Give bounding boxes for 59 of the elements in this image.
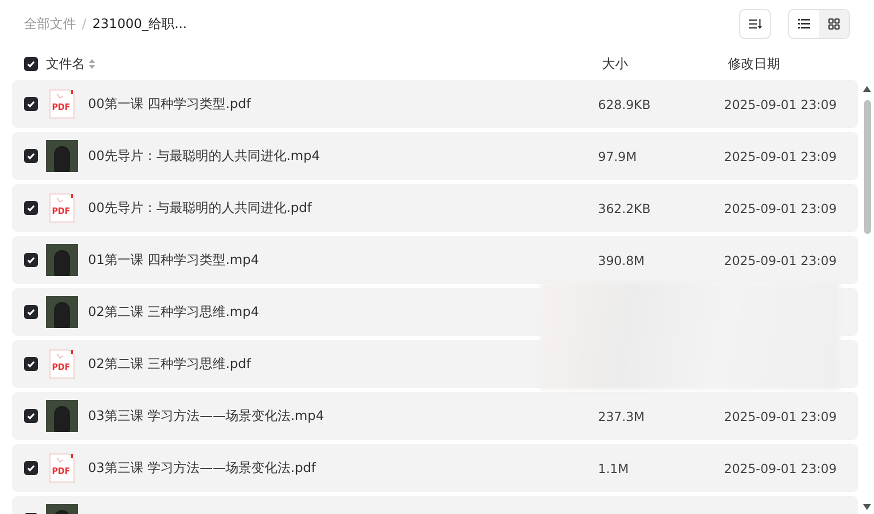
checkmark-icon — [26, 203, 36, 213]
checkmark-icon — [26, 307, 36, 317]
checkmark-icon — [26, 59, 36, 69]
checkbox[interactable] — [24, 57, 38, 71]
checkbox[interactable] — [24, 253, 38, 267]
video-thumbnail — [46, 140, 78, 172]
sort-button[interactable] — [739, 9, 771, 39]
checkbox[interactable] — [24, 409, 38, 423]
column-header[interactable]: 大小 — [602, 55, 728, 73]
pdf-file-icon: PDF — [49, 193, 75, 223]
file-size: 390.8M — [598, 252, 645, 268]
file-size: 362.2KB — [598, 200, 651, 216]
checkbox[interactable] — [24, 357, 38, 371]
modified-date: 2025-09-01 23:09 — [724, 408, 837, 424]
checkmark-icon — [26, 99, 36, 109]
breadcrumb-separator: / — [82, 16, 86, 32]
file-size: 237.3M — [598, 408, 645, 424]
checkbox[interactable] — [24, 97, 38, 111]
modified-date: 2025-09-01 23:09 — [724, 148, 837, 164]
scroll-down-icon[interactable] — [863, 504, 871, 510]
checkbox[interactable] — [24, 149, 38, 163]
file-name[interactable]: 00先导片：与最聪明的人共同进化.pdf — [88, 201, 312, 216]
checkmark-icon — [26, 411, 36, 421]
checkbox[interactable] — [24, 201, 38, 215]
pdf-file-icon: PDF — [49, 349, 75, 379]
checkmark-icon — [26, 255, 36, 265]
breadcrumb-item[interactable]: 231000_给职... — [92, 15, 187, 33]
file-name[interactable]: 00第一课 四种学习类型.pdf — [88, 97, 251, 112]
column-header[interactable]: 文件名 — [46, 55, 85, 73]
file-name[interactable]: 02第二课 三种学习思维.mp4 — [88, 305, 259, 320]
video-thumbnail — [46, 244, 78, 276]
video-thumbnail — [46, 296, 78, 328]
file-name[interactable]: 03第三课 学习方法——场景变化法.pdf — [88, 461, 316, 476]
file-name[interactable]: 02第二课 三种学习思维.pdf — [88, 357, 251, 372]
grid-icon — [828, 18, 840, 30]
checkbox[interactable] — [24, 305, 38, 319]
file-name[interactable]: 01第一课 四种学习类型.mp4 — [88, 253, 259, 268]
list-icon — [798, 19, 810, 29]
file-size: 97.9M — [598, 148, 637, 164]
file-name[interactable]: 00先导片：与最聪明的人共同进化.mp4 — [88, 149, 320, 164]
pdf-file-icon: PDF — [49, 89, 75, 119]
modified-date: 2025-09-01 23:09 — [724, 252, 837, 268]
column-header[interactable]: 修改日期 — [728, 55, 780, 73]
file-name[interactable]: 03第三课 学习方法——场景变化法.mp4 — [88, 409, 324, 424]
scrollbar[interactable] — [862, 86, 872, 510]
modified-date: 2025-09-01 23:09 — [724, 96, 837, 112]
grid-view-button[interactable] — [819, 10, 849, 38]
checkmark-icon — [26, 463, 36, 473]
checkbox[interactable] — [24, 461, 38, 475]
checkmark-icon — [26, 359, 36, 369]
file-size: 1.1M — [598, 460, 629, 476]
modified-date: 2025-09-01 23:09 — [724, 200, 837, 216]
pdf-file-icon: PDF — [49, 453, 75, 483]
modified-date: 2025-09-01 23:09 — [724, 460, 837, 476]
sort-icon — [748, 19, 762, 29]
checkmark-icon — [26, 151, 36, 161]
file-size: 628.9KB — [598, 96, 651, 112]
video-thumbnail — [46, 400, 78, 432]
scroll-up-icon[interactable] — [863, 86, 871, 92]
